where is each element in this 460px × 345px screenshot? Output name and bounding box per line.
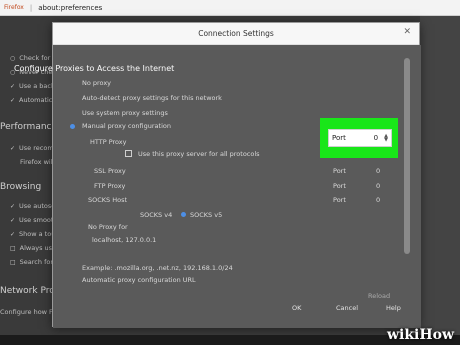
url-separator: | bbox=[29, 3, 33, 12]
http-port-label: Port bbox=[332, 134, 346, 142]
no-proxy-for-label: No Proxy for bbox=[88, 223, 128, 231]
radio-manual-selected[interactable] bbox=[70, 124, 75, 129]
ok-button[interactable]: OK bbox=[292, 304, 301, 312]
socks-port-value[interactable]: 0 bbox=[376, 196, 380, 204]
checkbox-icon: □ bbox=[10, 258, 16, 266]
auto-config-label[interactable]: Automatic proxy configuration URL bbox=[82, 276, 196, 284]
wikihow-watermark: wikiHow bbox=[386, 327, 454, 343]
checkbox-icon: ✓ bbox=[10, 216, 16, 224]
use-for-all-checkbox[interactable] bbox=[125, 150, 132, 157]
ftp-port-value[interactable]: 0 bbox=[376, 182, 380, 190]
section-heading-browsing: Browsing bbox=[0, 182, 42, 192]
pref-item[interactable]: ✓ Use smooth bbox=[10, 216, 58, 224]
ssl-proxy-label: SSL Proxy bbox=[94, 167, 126, 175]
checkbox-icon: ✓ bbox=[10, 144, 16, 152]
checkbox-icon: ✓ bbox=[10, 96, 16, 104]
pref-item[interactable]: ✓ Use autosc bbox=[10, 202, 55, 210]
ftp-proxy-label: FTP Proxy bbox=[94, 182, 126, 190]
page-right-strip bbox=[420, 16, 460, 345]
option-system-proxy[interactable]: Use system proxy settings bbox=[82, 109, 168, 117]
browser-app-name: Firefox bbox=[4, 4, 24, 11]
close-icon[interactable]: ✕ bbox=[403, 27, 411, 37]
ssl-port-label: Port bbox=[333, 167, 346, 175]
ftp-port-label: Port bbox=[333, 182, 346, 190]
pref-item: Firefox wil bbox=[20, 158, 53, 166]
radio-icon: ○ bbox=[10, 54, 16, 62]
section-heading-performance: Performance bbox=[0, 122, 58, 132]
http-proxy-label: HTTP Proxy bbox=[90, 138, 127, 146]
socks-host-label: SOCKS Host bbox=[88, 196, 128, 204]
browser-toolbar: Firefox | about:preferences bbox=[0, 0, 460, 16]
socks-v5-option[interactable]: SOCKS v5 bbox=[190, 211, 222, 219]
option-no-proxy[interactable]: No proxy bbox=[82, 79, 111, 87]
dialog-title: Connection Settings bbox=[198, 29, 274, 38]
checkbox-icon: ✓ bbox=[10, 82, 16, 90]
example-text: Example: .mozilla.org, .net.nz, 192.168.… bbox=[82, 264, 233, 272]
socks-port-label: Port bbox=[333, 196, 346, 204]
section-heading: Configure Proxies to Access the Internet bbox=[14, 64, 175, 73]
checkbox-icon: ✓ bbox=[10, 230, 16, 238]
checkbox-icon: ✓ bbox=[10, 202, 16, 210]
no-proxy-for-field[interactable]: localhost, 127.0.0.1 bbox=[92, 236, 156, 244]
option-manual-proxy[interactable]: Manual proxy configuration bbox=[82, 122, 171, 130]
cancel-button[interactable]: Cancel bbox=[336, 304, 358, 312]
ssl-port-value[interactable]: 0 bbox=[376, 167, 380, 175]
reload-button[interactable]: Reload bbox=[368, 292, 390, 300]
http-port-value: 0 bbox=[373, 134, 379, 142]
socks-v4-option[interactable]: SOCKS v4 bbox=[140, 211, 172, 219]
stepper-icon[interactable]: ▲ ▼ bbox=[384, 134, 388, 143]
checkbox-icon: □ bbox=[10, 244, 16, 252]
use-for-all-label: Use this proxy server for all protocols bbox=[138, 150, 260, 158]
dialog-scrollbar[interactable] bbox=[404, 58, 410, 254]
radio-socks-v5-selected[interactable] bbox=[181, 212, 186, 217]
dialog-titlebar: Connection Settings ✕ bbox=[53, 23, 419, 45]
http-port-input[interactable]: Port 0 ▲ ▼ bbox=[328, 129, 392, 147]
option-auto-detect[interactable]: Auto-detect proxy settings for this netw… bbox=[82, 94, 222, 102]
url-bar[interactable]: about:preferences bbox=[38, 4, 102, 12]
section-heading-network: Network Pro bbox=[0, 286, 55, 296]
help-button[interactable]: Help bbox=[386, 304, 401, 312]
